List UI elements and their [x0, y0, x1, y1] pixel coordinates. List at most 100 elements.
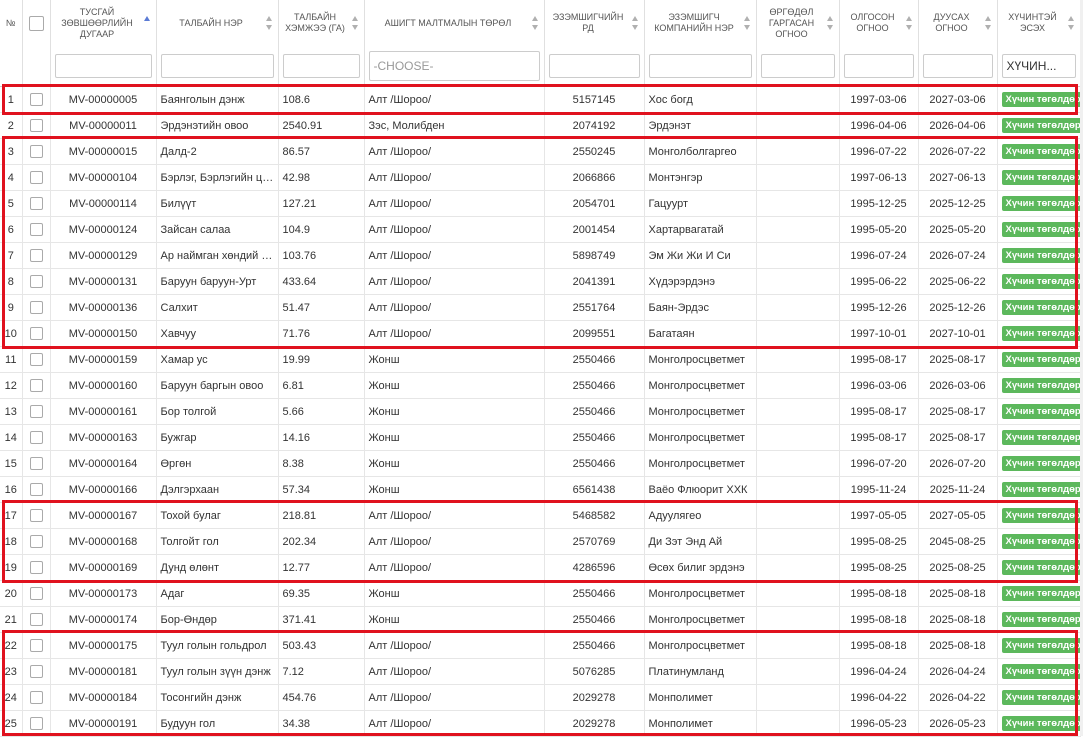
applied-filter-input[interactable] [760, 54, 835, 78]
row-checkbox[interactable] [29, 691, 43, 704]
table-row[interactable]: 1 MV-00000005 Баянголын дэнж 108.6 Алт /Шоро… [0, 86, 1081, 113]
status-cell: Хүчин төгөлдөр [997, 190, 1081, 217]
area-size: 6.81 [278, 372, 365, 399]
table-row[interactable]: 8 MV-00000131 Баруун баруун-Урт 433.64 Алт /… [0, 268, 1081, 295]
table-row[interactable]: 22 MV-00000175 Туул голын гольдрол 503.43 Ал… [0, 632, 1081, 659]
applied-date [756, 164, 840, 191]
area-name: Тосонгийн дэнж [156, 684, 279, 711]
row-checkbox[interactable] [29, 171, 43, 184]
row-checkbox[interactable] [29, 405, 43, 418]
row-checkbox[interactable] [29, 535, 43, 548]
row-checkbox[interactable] [29, 353, 43, 366]
granted-filter-input[interactable] [843, 54, 914, 78]
row-checkbox[interactable] [29, 509, 43, 522]
col-reg-header[interactable]: ЭЗЭМШИГЧИЙН РД [544, 0, 645, 46]
col-mineral-header[interactable]: АШИГТ МАЛТМАЛЫН ТӨРӨЛ [364, 0, 545, 46]
table-row[interactable]: 19 MV-00000169 Дунд өлөнт 12.77 Алт /Шороо/4… [0, 554, 1081, 581]
row-checkbox[interactable] [29, 483, 43, 496]
row-checkbox[interactable] [29, 639, 43, 652]
table-row[interactable]: 25 MV-00000191 Будуун гол 34.38 Алт /Шороо/2… [0, 710, 1081, 737]
row-checkbox[interactable] [29, 275, 43, 288]
owner-company: Ди Зэт Энд Ай [644, 528, 757, 555]
row-checkbox[interactable] [29, 93, 43, 106]
col-company-header[interactable]: ЭЗЭМШИГЧ КОМПАНИЙН НЭР [644, 0, 757, 46]
area-size: 218.81 [278, 502, 365, 529]
row-checkbox[interactable] [29, 587, 43, 600]
filter-cell-empty [22, 46, 51, 87]
owner-reg: 4286596 [544, 554, 645, 581]
company-filter-input[interactable] [648, 54, 752, 78]
mineral-filter-select[interactable]: -Choose- [368, 51, 540, 81]
row-checkbox-cell [22, 658, 51, 685]
table-row[interactable]: 18 MV-00000168 Толгойт гол 202.34 Алт /Шороо… [0, 528, 1081, 555]
table-row[interactable]: 10 MV-00000150 Хавчуу 71.76 Алт /Шороо/20995… [0, 320, 1081, 347]
license-filter-input[interactable] [54, 54, 152, 78]
row-checkbox[interactable] [29, 327, 43, 340]
size-filter-input[interactable] [282, 54, 360, 78]
status-badge: Хүчин төгөлдөр [1001, 248, 1079, 263]
reg-filter-input[interactable] [548, 54, 640, 78]
col-applied-header[interactable]: ӨРГӨДӨЛ ГАРГАСАН ОГНОО [756, 0, 840, 46]
col-name-header[interactable]: ТАЛБАЙН НЭР [156, 0, 279, 46]
row-checkbox[interactable] [29, 223, 43, 236]
table-row[interactable]: 6 MV-00000124 Зайсан салаа 104.9 Алт /Шороо/… [0, 216, 1081, 243]
col-size-header[interactable]: ТАЛБАЙН ХЭМЖЭЭ (ГА) [278, 0, 365, 46]
owner-company: Өсөх билиг эрдэнэ [644, 554, 757, 581]
name-filter-input[interactable] [160, 54, 274, 78]
col-expiry-header[interactable]: ДУУСАХ ОГНОО [918, 0, 998, 46]
area-name: Будуун гол [156, 710, 279, 737]
row-checkbox-cell [22, 606, 51, 633]
table-row[interactable]: 7 MV-00000129Ар наймган хөндий дорнод103.… [0, 242, 1081, 269]
table-row[interactable]: 12 MV-00000160 Баруун баргын овоо 6.81 Жонш 2… [0, 372, 1081, 399]
row-checkbox[interactable] [29, 379, 43, 392]
row-checkbox[interactable] [29, 301, 43, 314]
expiry-filter-input[interactable] [922, 54, 993, 78]
table-row[interactable]: 23 MV-00000181 Туул голын зүүн дэнж 7.12 Алт… [0, 658, 1081, 685]
col-granted-header[interactable]: ОЛГОСОН ОГНОО [839, 0, 919, 46]
table-row[interactable]: 24 MV-00000184 Тосонгийн дэнж 454.76 Алт /Шо… [0, 684, 1081, 711]
granted-date: 1996-03-06 [839, 372, 919, 399]
table-row[interactable]: 20 MV-00000173 Адаг 69.35 Жонш 2550466 Монголр… [0, 580, 1081, 607]
col-license-header[interactable]: ТУСГАЙ ЗӨВШӨӨРЛИЙН ДУГААР [50, 0, 157, 46]
table-row[interactable]: 14 MV-00000163 Бужгар 14.16 Жонш 2550466 Монго… [0, 424, 1081, 451]
table-row[interactable]: 17 MV-00000167 Тохой булаг 218.81 Алт /Шороо… [0, 502, 1081, 529]
table-row[interactable]: 9 MV-00000136 Салхит 51.47 Алт /Шороо/255176… [0, 294, 1081, 321]
row-checkbox[interactable] [29, 457, 43, 470]
status-filter-select[interactable]: Хүчин... [1001, 54, 1076, 78]
status-cell: Хүчин төгөлдөр [997, 216, 1081, 243]
row-checkbox[interactable] [29, 119, 43, 132]
owner-company: Хүдэрэрдэнэ [644, 268, 757, 295]
license-number: MV-00000163 [50, 424, 157, 451]
row-checkbox[interactable] [29, 197, 43, 210]
table-row[interactable]: 15 MV-00000164 Өргөн 8.38 Жонш 2550466 Монголр… [0, 450, 1081, 477]
row-checkbox[interactable] [29, 665, 43, 678]
row-checkbox-cell [22, 502, 51, 529]
row-checkbox[interactable] [29, 717, 43, 730]
row-checkbox-cell [22, 632, 51, 659]
mineral-type: Алт /Шороо/ [364, 320, 545, 347]
area-size: 51.47 [278, 294, 365, 321]
area-size: 108.6 [278, 86, 365, 113]
row-checkbox[interactable] [29, 145, 43, 158]
row-checkbox-cell [22, 190, 51, 217]
area-size: 7.12 [278, 658, 365, 685]
license-number: MV-00000129 [50, 242, 157, 269]
table-row[interactable]: 4 MV-00000104 Бэрлэг, Бэрлэгийн цагаан 42.9… [0, 164, 1081, 191]
granted-date: 1995-08-17 [839, 346, 919, 373]
table-row[interactable]: 21 MV-00000174 Бор-Өндөр 371.41 Жонш 2550466 М… [0, 606, 1081, 633]
row-checkbox[interactable] [29, 561, 43, 574]
owner-reg: 5076285 [544, 658, 645, 685]
table-row[interactable]: 11 MV-00000159 Хамар ус 19.99 Жонш 2550466 Мон… [0, 346, 1081, 373]
owner-company: Монголросцветмет [644, 580, 757, 607]
col-status-header[interactable]: ХҮЧИНТЭЙ ЭСЭХ [997, 0, 1081, 46]
select-all-checkbox[interactable] [28, 15, 44, 31]
table-row[interactable]: 2 MV-00000011 Эрдэнэтийн овоо 2540.91 Зэс, М… [0, 112, 1081, 139]
row-checkbox[interactable] [29, 431, 43, 444]
table-row[interactable]: 3 MV-00000015 Далд-2 86.57 Алт /Шороо/255024… [0, 138, 1081, 165]
table-row[interactable]: 16 MV-00000166 Дэлгэрхаан 57.34 Жонш 6561438 В… [0, 476, 1081, 503]
row-checkbox[interactable] [29, 249, 43, 262]
table-row[interactable]: 13 MV-00000161 Бор толгой 5.66 Жонш 2550466 Мо… [0, 398, 1081, 425]
expiry-date: 2025-08-25 [918, 554, 998, 581]
row-checkbox[interactable] [29, 613, 43, 626]
table-row[interactable]: 5 MV-00000114 Билүүт 127.21 Алт /Шороо/20547… [0, 190, 1081, 217]
